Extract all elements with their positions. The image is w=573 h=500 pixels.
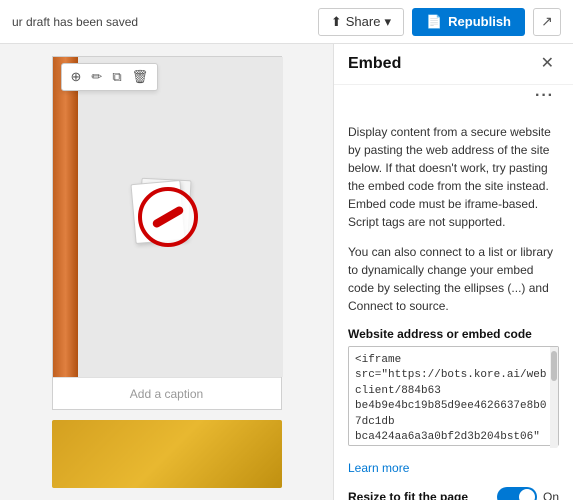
republish-label: Republish <box>448 14 511 29</box>
doc-icon-wrapper <box>138 187 198 247</box>
move-tool-button[interactable]: ⊕ <box>67 67 86 87</box>
thumbnail-strip <box>52 420 282 488</box>
no-entry-icon <box>138 187 198 247</box>
scrollbar-thumb <box>551 351 557 381</box>
textarea-wrapper <box>348 346 559 449</box>
delete-tool-button[interactable]: 🗑 <box>128 67 153 87</box>
share-button[interactable]: ⬆ Share ▾ <box>318 8 404 36</box>
toggle-wrapper: On <box>497 487 559 500</box>
description-text-1: Display content from a secure website by… <box>348 123 559 231</box>
image-toolbar: ⊕ ✏ ⧉ 🗑 <box>61 63 159 91</box>
embed-code-textarea[interactable] <box>348 346 559 446</box>
code-label: Website address or embed code <box>348 327 559 341</box>
panel-more-row: ··· <box>334 85 573 111</box>
panel-body: Display content from a secure website by… <box>334 111 573 500</box>
image-block: ⊕ ✏ ⧉ 🗑 Add a caption <box>52 56 282 410</box>
image-canvas <box>53 57 283 377</box>
edit-tool-button[interactable]: ✏ <box>87 67 106 87</box>
panel-header: Embed ✕ <box>334 44 573 85</box>
code-section: Website address or embed code <box>348 327 559 449</box>
panel-close-button[interactable]: ✕ <box>536 54 559 74</box>
resize-toggle[interactable] <box>497 487 537 500</box>
main-area: ⊕ ✏ ⧉ 🗑 Add a caption <box>0 44 573 500</box>
caption-text: Add a caption <box>130 387 203 401</box>
caption-bar[interactable]: Add a caption <box>53 377 281 409</box>
share-icon: ⬆ <box>331 14 342 30</box>
toggle-on-label: On <box>543 490 559 500</box>
description-text-2: You can also connect to a list or librar… <box>348 243 559 315</box>
republish-icon: 📄 <box>426 14 442 30</box>
share-chevron-icon: ▾ <box>384 14 391 30</box>
editor-area: ⊕ ✏ ⧉ 🗑 Add a caption <box>0 44 333 500</box>
resize-label: Resize to fit the page <box>348 490 489 500</box>
draft-saved-text: ur draft has been saved <box>12 15 310 29</box>
embed-panel: Embed ✕ ··· Display content from a secur… <box>333 44 573 500</box>
copy-tool-button[interactable]: ⧉ <box>108 67 125 87</box>
close-icon: ✕ <box>541 55 554 72</box>
scrollbar <box>550 347 558 448</box>
republish-button[interactable]: 📄 Republish <box>412 8 525 36</box>
learn-more-link[interactable]: Learn more <box>348 461 559 475</box>
more-icon: ··· <box>535 87 554 104</box>
no-entry-bar <box>151 205 184 229</box>
expand-icon: ↗ <box>541 13 553 30</box>
share-label: Share <box>346 14 381 29</box>
expand-button[interactable]: ↗ <box>533 8 561 36</box>
panel-more-button[interactable]: ··· <box>530 85 559 107</box>
resize-row: Resize to fit the page On <box>348 487 559 500</box>
panel-title: Embed <box>348 55 536 73</box>
toggle-slider <box>497 487 537 500</box>
top-bar: ur draft has been saved ⬆ Share ▾ 📄 Repu… <box>0 0 573 44</box>
